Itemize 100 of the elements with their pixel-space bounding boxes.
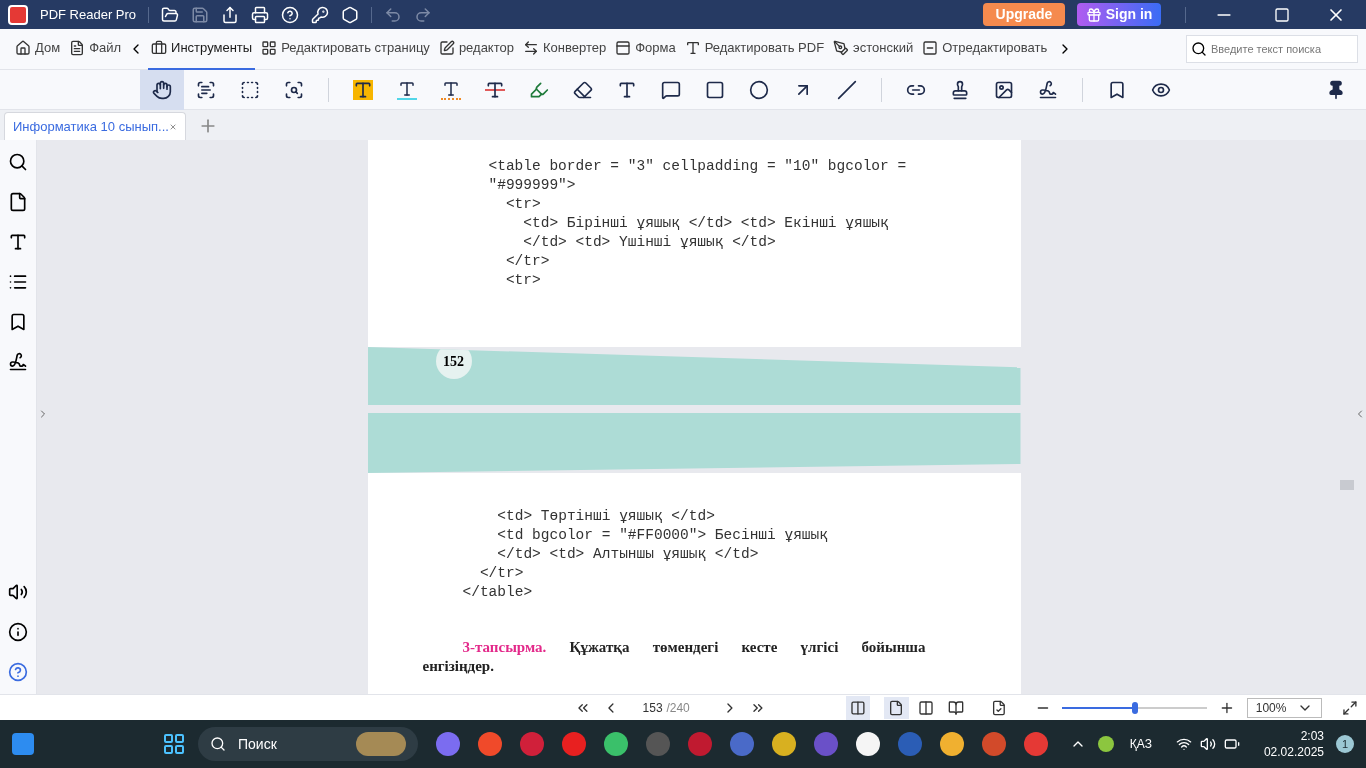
rectangle-icon (705, 79, 725, 100)
taskbar-app-icon[interactable] (856, 732, 880, 756)
tray-app-icon[interactable] (1097, 736, 1114, 752)
stamp-icon (950, 79, 970, 100)
nav-tab[interactable]: Конвертер (519, 28, 610, 70)
code-line: </td> <td> Үшінші ұяшық </td> (522, 233, 777, 252)
bookmark-icon[interactable] (8, 312, 28, 332)
code-line: <td> Бірінші ұяшық </td> <td> Екінші ұяшық (522, 214, 890, 233)
print-icon[interactable] (251, 5, 270, 24)
page-number: 152 (443, 352, 464, 371)
share-icon[interactable] (221, 5, 240, 24)
gift-icon (1085, 6, 1102, 23)
restore-icon[interactable] (1274, 6, 1290, 23)
zoom-area-icon (284, 79, 304, 100)
clock-date[interactable]: 02.02.2025 (1263, 744, 1324, 760)
text-select-icon (196, 79, 216, 100)
zoom-dropdown[interactable]: 100% (1246, 697, 1323, 718)
battery-icon[interactable] (1223, 736, 1240, 752)
sign-in-button[interactable]: Sign in (1077, 3, 1161, 26)
save-icon[interactable] (191, 5, 210, 24)
redact-icon (922, 40, 939, 56)
nav-tab[interactable]: Форма (612, 28, 679, 70)
view-mode-button[interactable] (883, 696, 910, 719)
app-logo-icon (8, 4, 28, 25)
search-icon (210, 736, 226, 752)
form-icon (615, 40, 632, 56)
pencil-icon (529, 79, 549, 100)
signature-icon (1038, 79, 1058, 100)
code-line: <table border = "3" cellpadding = "10" bgcolor = (488, 157, 908, 176)
home-icon (15, 40, 31, 56)
note-icon (661, 79, 681, 100)
code-line: <td bgcolor = "#FF0000"> Бесінші ұяшық (496, 526, 829, 545)
code-line: <tr> (504, 195, 542, 214)
task-paragraph: 3-тапсырма. Құжатқа төмендегі кесте үлгісі бойынша енгізіңдер. (422, 638, 926, 676)
scrollbar-thumb[interactable] (1340, 480, 1354, 490)
nav-tab[interactable]: эстонский (830, 28, 917, 70)
edit-icon (438, 40, 455, 56)
settings-icon[interactable] (341, 5, 360, 24)
highlight-icon (353, 79, 373, 100)
widgets-icon[interactable] (12, 733, 34, 755)
textedit-icon (684, 40, 701, 56)
taskbar-app-icon[interactable] (604, 732, 628, 756)
open-folder-icon[interactable] (161, 5, 180, 24)
nav-tab[interactable]: Редактировать PDF (681, 28, 828, 70)
language-indicator[interactable]: ҚАЗ (1129, 735, 1152, 753)
search-field[interactable]: Введите текст поиска (1186, 35, 1358, 63)
code-line: </tr> (478, 564, 525, 583)
code-line: "#999999"> (488, 176, 577, 195)
taskbar-app-icon[interactable] (772, 732, 796, 756)
bookmark-icon (1107, 79, 1127, 100)
convert-icon (522, 40, 539, 56)
pages-icon (261, 40, 278, 56)
taskbar-app-icon[interactable] (940, 732, 964, 756)
circle-icon (749, 79, 769, 100)
taskbar-search[interactable]: Поиск (198, 727, 418, 761)
code-line: </td> <td> Алтыншы ұяшық </td> (496, 545, 760, 564)
pin-icon[interactable] (1326, 79, 1346, 100)
redo-icon[interactable] (414, 5, 433, 24)
nav-tab[interactable]: Файл (66, 28, 125, 70)
nav-tab[interactable]: Дом (12, 28, 64, 70)
search-input[interactable]: Введите текст поиска (1211, 40, 1353, 58)
start-icon[interactable] (162, 732, 186, 756)
tools-icon (151, 40, 168, 56)
volume-icon[interactable] (1199, 736, 1216, 752)
page-icon[interactable] (8, 192, 28, 212)
squiggly-icon (441, 79, 461, 100)
hand-tool[interactable] (140, 69, 184, 110)
line-icon (837, 79, 857, 100)
nav-tab[interactable]: редактор (435, 28, 517, 70)
clock-time[interactable]: 2:03 (1300, 728, 1324, 744)
app-title: PDF Reader Pro (40, 5, 137, 24)
search-icon (1191, 41, 1207, 57)
key-icon[interactable] (311, 5, 330, 24)
code-line: <tr> (504, 271, 542, 290)
undo-icon[interactable] (384, 5, 403, 24)
info-icon[interactable] (8, 622, 28, 642)
page-number-field[interactable]: 153 (638, 698, 667, 717)
code-line: <td> Төртінші ұяшық </td> (496, 507, 716, 526)
page-icon (947, 699, 964, 716)
page-fit-icon[interactable] (845, 695, 870, 720)
zoom-slider-thumb[interactable] (1131, 701, 1138, 714)
document-icon[interactable] (990, 699, 1007, 716)
wifi-icon[interactable] (1175, 736, 1192, 752)
notification-badge[interactable]: 1 (1336, 735, 1354, 753)
code-line: </table> (462, 583, 534, 602)
image-icon (994, 79, 1014, 100)
nav-tab[interactable]: Редактировать страницу (258, 28, 433, 70)
page-total: /240 (666, 699, 691, 717)
nav-tab[interactable]: Отредактировать (919, 28, 1051, 70)
list-icon[interactable] (8, 272, 28, 292)
eraser-icon (573, 79, 593, 100)
document-tab-title: Информатика 10 сынып... (13, 117, 169, 136)
speaker-icon[interactable] (8, 582, 28, 602)
page-icon (888, 699, 905, 716)
search-icon[interactable] (8, 152, 28, 172)
signature-icon[interactable] (8, 352, 28, 372)
fullscreen-icon[interactable] (1342, 699, 1359, 716)
document-tab[interactable]: Информатика 10 сынып... (4, 112, 186, 140)
dashed-square-icon (240, 79, 260, 100)
text-icon[interactable] (8, 232, 28, 252)
